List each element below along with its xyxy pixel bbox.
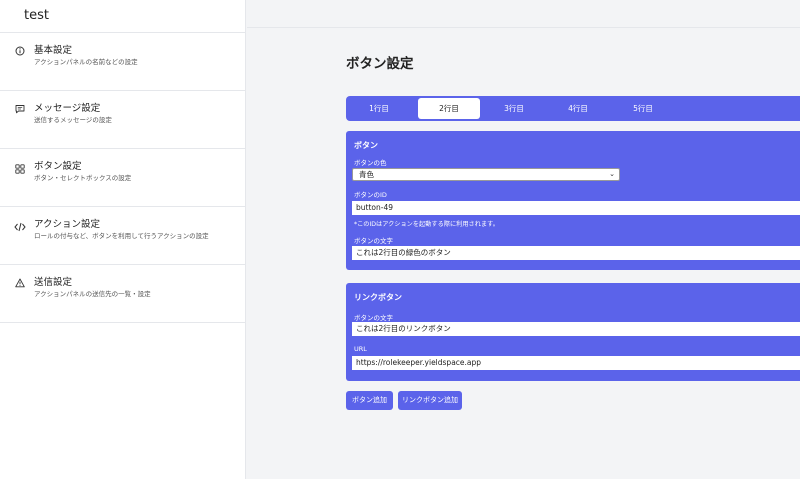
code-icon [14,221,26,233]
tab-row-2[interactable]: 2行目 [418,98,480,119]
button-card: ボタン ボタンの色 青色 ⌄ ボタンのID button-49 *このIDはアク… [346,131,800,270]
sidebar-item-title: ボタン設定 [34,161,82,172]
page-title: ボタン設定 [346,56,414,72]
sidebar-item-message-settings[interactable]: メッセージ設定 送信するメッセージの設定 [0,91,245,149]
row-tabs: 1行目 2行目 3行目 4行目 5行目 [346,96,800,121]
warning-icon [14,277,26,289]
sidebar-item-subtitle: ロールの付与など、ボタンを利用して行うアクションの設定 [34,232,209,240]
sidebar-item-title: アクション設定 [34,219,101,230]
link-button-card: リンクボタン ボタンの文字 これは2行目のリンクボタン URL https://… [346,283,800,381]
sidebar-item-basic-settings[interactable]: 基本設定 アクションパネルの名前などの設定 [0,33,245,91]
button-id-input[interactable]: button-49 [352,201,800,215]
link-url-input[interactable]: https://rolekeeper.yieldspace.app [352,356,800,370]
sidebar-item-subtitle: ボタン・セレクトボックスの設定 [34,174,132,182]
button-text-label: ボタンの文字 [354,237,393,245]
link-text-label: ボタンの文字 [354,314,393,322]
chevron-down-icon: ⌄ [609,170,615,178]
button-color-label: ボタンの色 [354,159,387,167]
button-id-label: ボタンのID [354,191,387,199]
sidebar-item-action-settings[interactable]: アクション設定 ロールの付与など、ボタンを利用して行うアクションの設定 [0,207,245,265]
tab-row-4[interactable]: 4行目 [547,98,609,119]
add-link-button-button[interactable]: リンクボタン追加 [398,391,462,410]
link-card-title: リンクボタン [354,293,402,302]
button-color-select[interactable]: 青色 ⌄ [352,168,620,181]
button-id-note: *このIDはアクションを起動する際に利用されます。 [354,221,499,228]
tab-row-1[interactable]: 1行目 [348,98,410,119]
sidebar-item-subtitle: 送信するメッセージの設定 [34,116,112,124]
sidebar-item-title: 送信設定 [34,277,73,288]
main-content: ボタン設定 1行目 2行目 3行目 4行目 5行目 ボタン ボタンの色 青色 ⌄… [247,0,800,479]
grid-icon [14,163,26,175]
button-text-input[interactable]: これは2行目の緑色のボタン [352,246,800,260]
sidebar: test 基本設定 アクションパネルの名前などの設定 メッセージ設定 送信するメ… [0,0,246,479]
button-color-value: 青色 [359,170,374,179]
sidebar-item-send-settings[interactable]: 送信設定 アクションパネルの送信先の一覧・設定 [0,265,245,323]
top-bar [247,0,800,28]
link-text-input[interactable]: これは2行目のリンクボタン [352,322,800,336]
sidebar-item-title: メッセージ設定 [34,103,101,114]
message-icon [14,103,26,115]
tab-row-3[interactable]: 3行目 [483,98,545,119]
button-card-title: ボタン [354,141,378,150]
app-title: test [0,0,245,33]
link-url-label: URL [354,345,367,353]
info-icon [14,45,26,57]
sidebar-item-title: 基本設定 [34,45,73,56]
sidebar-item-subtitle: アクションパネルの送信先の一覧・設定 [34,290,151,298]
add-button-button[interactable]: ボタン追加 [346,391,393,410]
sidebar-item-subtitle: アクションパネルの名前などの設定 [34,58,138,66]
tab-row-5[interactable]: 5行目 [612,98,674,119]
sidebar-item-button-settings[interactable]: ボタン設定 ボタン・セレクトボックスの設定 [0,149,245,207]
